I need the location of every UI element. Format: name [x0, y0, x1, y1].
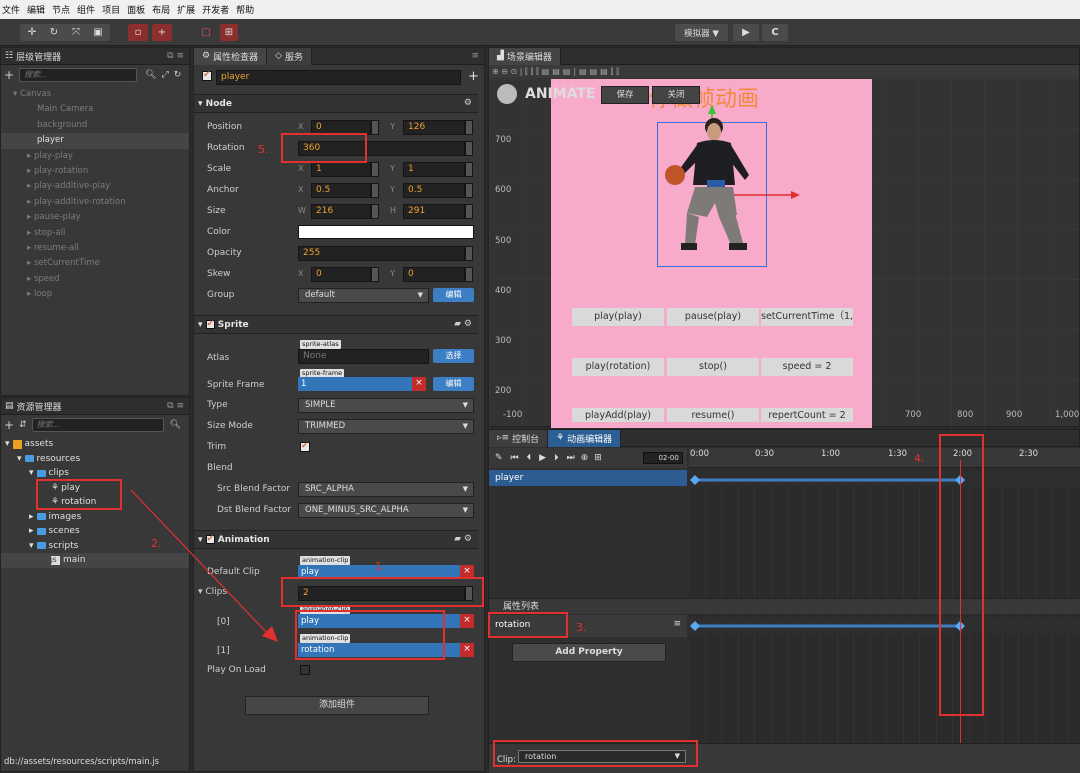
save-button[interactable]: 保存 [601, 86, 649, 104]
annotation-arrow [130, 489, 278, 642]
close-button[interactable]: 关闭 [652, 86, 700, 104]
